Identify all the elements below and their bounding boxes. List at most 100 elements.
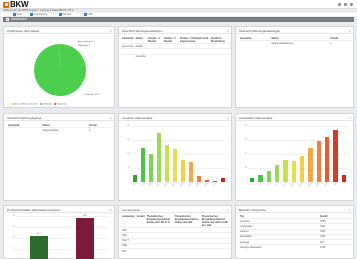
- chart-bar[interactable]: [29, 236, 49, 259]
- leuchten-bar-chart: 0 75 150 225 300 0-2 3-5 6-8 9-11 12-14 15-17 18-20…: [127, 125, 227, 188]
- brand-name: BKW: [10, 0, 29, 9]
- close-icon[interactable]: ✕: [109, 29, 112, 33]
- close-icon[interactable]: ✕: [226, 29, 229, 33]
- panel-title: Durchschnittsalter Kandelaber/Leuchten: [7, 207, 61, 212]
- chart-bar[interactable]: [196, 176, 202, 182]
- close-icon[interactable]: ✕: [226, 208, 229, 212]
- dashboard-header: Dashboard: [3, 16, 354, 22]
- y-tick-label: 150: [244, 125, 247, 127]
- brand-logo[interactable]: BKW: [3, 0, 29, 9]
- services-icon: [59, 13, 62, 16]
- column-header: Anzahl in Bearbeitung: [210, 36, 225, 43]
- bar-value-label: 28.6: [83, 215, 87, 218]
- x-tick-label: 12-14: [282, 183, 287, 188]
- table-row[interactable]: Abgeschlossen 1: [7, 127, 113, 133]
- lampentypen-table: Lampentyp Anzahl Theoretisches Einsparpo…: [121, 214, 231, 254]
- gridline: [131, 182, 227, 183]
- chart-bar[interactable]: [299, 155, 305, 182]
- user-icon[interactable]: [338, 3, 341, 6]
- chart-bar[interactable]: [172, 149, 178, 182]
- panel-title: Bauteile Lichtpunkte: [239, 207, 267, 212]
- gridline: [16, 227, 108, 228]
- chart-bar[interactable]: [341, 174, 347, 182]
- wartung-table: Gemeinde Status Anzahl Wartungsauftrag b…: [239, 36, 352, 46]
- chart-bar[interactable]: [164, 144, 170, 182]
- status-legend: Ausser Betrieb: Gesamt In Betrieb Stillg…: [12, 103, 66, 106]
- wartungsgaenge-panel: Übersicht Wartungsgänge ✕ Gemeinde Statu…: [3, 113, 115, 201]
- table-row[interactable]: Wartungsauftrag bei... 1: [239, 40, 352, 46]
- kandelaber-panel: Kandelaber Altersstruktur ✕ 0 38 75 113 150 0…: [235, 113, 354, 201]
- settings-icon[interactable]: [344, 3, 347, 6]
- chart-bar[interactable]: [283, 159, 288, 182]
- x-tick-label: ?: [222, 183, 225, 186]
- chart-bar[interactable]: [148, 154, 154, 182]
- close-icon[interactable]: ✕: [348, 116, 351, 120]
- panel-title: Lampentypen: [122, 207, 141, 212]
- stoerung-panel: Übersicht Störungsmeldungen ✕ Gemeinde S…: [118, 26, 232, 108]
- nav-item-dienste[interactable]: Dienste: [63, 13, 72, 16]
- status-panel: Lichtpunkte nach Status ✕ Ausser Betrieb…: [3, 26, 115, 108]
- panel-title: Leuchten Altersstruktur: [122, 115, 153, 120]
- y-tick-label: 23: [13, 226, 15, 228]
- table-row: Gemeldet: [121, 53, 231, 59]
- bar-value-label: 16.2: [37, 233, 41, 236]
- gridline: [131, 154, 227, 155]
- chart-bar[interactable]: [180, 159, 186, 182]
- close-icon[interactable]: ✕: [109, 208, 112, 212]
- kandelaber-bar-chart: 0 38 75 113 150 0-2 3-5 6-8 9-11 12-14 15-17 18-20 2…: [244, 125, 348, 188]
- x-tick-label: 24-26: [315, 183, 321, 188]
- chart-bar[interactable]: [132, 174, 138, 182]
- close-icon[interactable]: ✕: [348, 208, 351, 212]
- logout-icon[interactable]: [350, 3, 353, 6]
- chart-bar[interactable]: [204, 180, 210, 182]
- panel-title: Kandelaber Altersstruktur: [239, 115, 273, 120]
- chart-bar[interactable]: [75, 218, 95, 259]
- close-icon[interactable]: ✕: [348, 29, 351, 33]
- y-tick-label: 75: [245, 153, 247, 155]
- column-header: Gemeinde: [122, 36, 134, 40]
- brand-logo-icon: [3, 1, 9, 8]
- x-tick-label: >30: [333, 183, 337, 187]
- x-tick-label: 18-20: [298, 183, 304, 188]
- durchschnitt-panel: Durchschnittsalter Kandelaber/Leuchten ✕…: [3, 205, 115, 259]
- x-tick-label: 27-29: [323, 183, 329, 188]
- chart-bar[interactable]: [266, 170, 272, 182]
- chart-bar[interactable]: [291, 161, 297, 182]
- home-icon: [13, 13, 16, 16]
- chart-bar[interactable]: [188, 162, 194, 182]
- y-tick-label: 0: [246, 181, 247, 183]
- chart-bar[interactable]: [140, 148, 146, 182]
- close-icon[interactable]: ✕: [226, 116, 229, 120]
- table-header-row: Gemeinde Status Anzahl < 1 Stunde Anzahl…: [121, 36, 231, 44]
- lampentypen-panel: Lampentypen ✕ Lampentyp Anzahl Theoretis…: [118, 205, 232, 259]
- chart-bar[interactable]: [316, 140, 322, 182]
- legend-item: In Betrieb: [39, 103, 52, 106]
- chart-bar[interactable]: [274, 165, 280, 182]
- nav-item-hilfe[interactable]: Hilfe: [88, 13, 93, 16]
- table-row: NAV: [121, 247, 231, 254]
- chart-bar[interactable]: [156, 133, 162, 182]
- y-tick-label: 225: [127, 139, 130, 141]
- x-tick-label: 21-23: [307, 183, 312, 188]
- y-tick-label: 0: [129, 181, 130, 183]
- x-tick-label: 0-2: [250, 183, 254, 187]
- x-tick-label: ?: [343, 183, 346, 186]
- chart-bar[interactable]: [333, 129, 338, 182]
- nav-item-start[interactable]: Start: [17, 13, 22, 16]
- gridline: [16, 216, 108, 217]
- chart-bar[interactable]: [258, 174, 263, 182]
- close-icon[interactable]: ✕: [109, 116, 112, 120]
- chart-bar[interactable]: [220, 178, 226, 182]
- y-tick-label: 8: [14, 248, 15, 250]
- panel-title: Übersicht Störungsmeldungen: [122, 28, 163, 33]
- chart-bar[interactable]: [324, 137, 330, 182]
- nav-item-auswertung[interactable]: Auswertung: [34, 13, 48, 16]
- gridline: [131, 140, 227, 141]
- bauteile-table: Typ Anzahl Leuchten 1'588 Lichtpunkte 1'59…: [239, 214, 352, 250]
- wartungsgaenge-table: Gemeinde Status Anzahl Abgeschlossen 1: [7, 123, 113, 133]
- panel-title: Lichtpunkte nach Status: [7, 28, 40, 33]
- chart-bar[interactable]: [249, 178, 255, 182]
- chart-bar[interactable]: [212, 181, 218, 182]
- chart-bar[interactable]: [308, 148, 313, 182]
- column-header: Anzahl < 1 Stunde: [147, 36, 160, 43]
